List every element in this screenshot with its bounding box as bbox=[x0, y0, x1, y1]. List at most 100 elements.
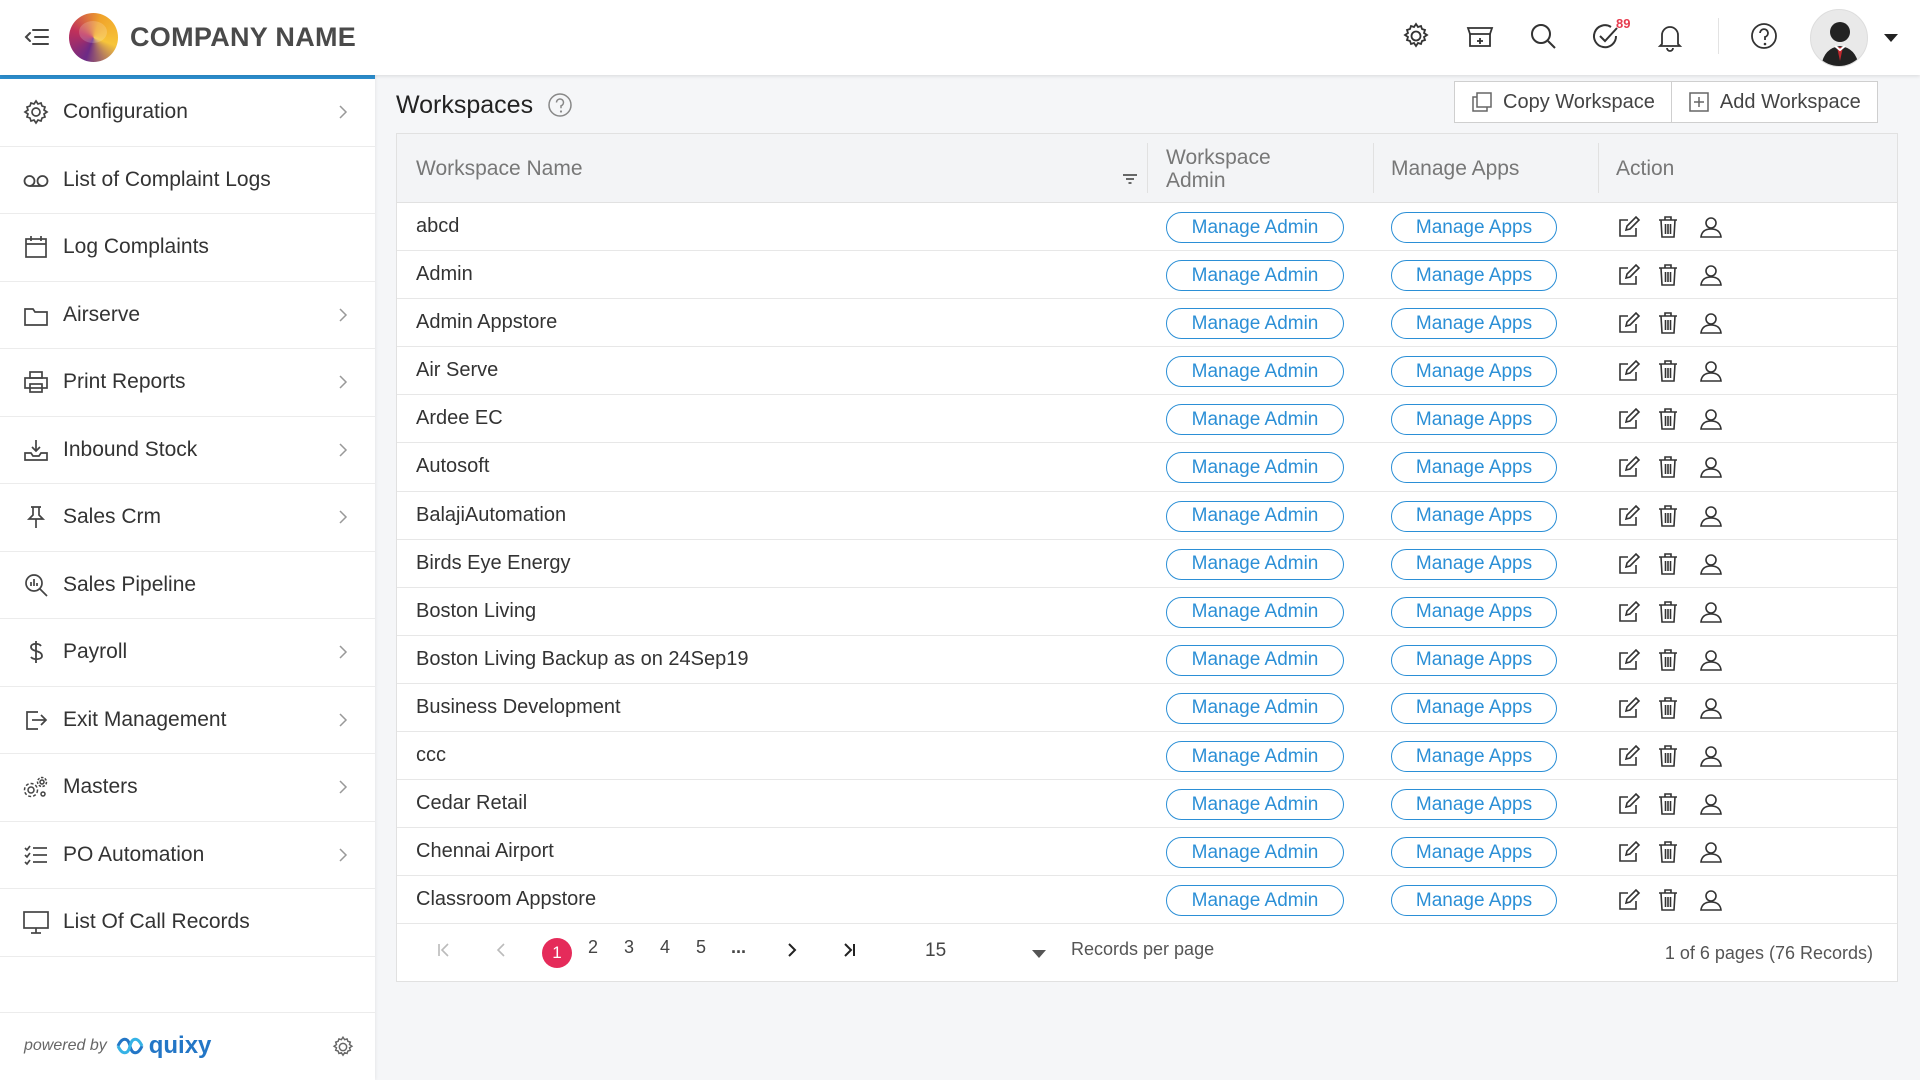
manage-apps-button[interactable]: Manage Apps bbox=[1391, 548, 1557, 580]
manage-apps-button[interactable]: Manage Apps bbox=[1391, 308, 1557, 340]
page-1-button[interactable]: 1 bbox=[542, 938, 572, 968]
sidebar-item-list-of-call-records[interactable]: List Of Call Records bbox=[0, 889, 375, 957]
edit-icon[interactable] bbox=[1616, 887, 1642, 913]
edit-icon[interactable] bbox=[1616, 406, 1642, 432]
manage-apps-button[interactable]: Manage Apps bbox=[1391, 500, 1557, 532]
edit-icon[interactable] bbox=[1616, 503, 1642, 529]
copy-workspace-button[interactable]: Copy Workspace bbox=[1455, 82, 1671, 122]
user-icon[interactable] bbox=[1698, 791, 1724, 817]
delete-icon[interactable] bbox=[1655, 214, 1681, 240]
manage-apps-button[interactable]: Manage Apps bbox=[1391, 260, 1557, 292]
manage-admin-button[interactable]: Manage Admin bbox=[1166, 596, 1344, 628]
previous-page-icon[interactable] bbox=[491, 940, 511, 960]
store-icon[interactable] bbox=[1464, 18, 1496, 54]
help-icon[interactable] bbox=[1748, 18, 1780, 54]
sidebar-item-sales-pipeline[interactable]: Sales Pipeline bbox=[0, 552, 375, 619]
manage-apps-button[interactable]: Manage Apps bbox=[1391, 692, 1557, 724]
sidebar-item-list-of-complaint-logs[interactable]: List of Complaint Logs bbox=[0, 147, 375, 214]
edit-icon[interactable] bbox=[1616, 791, 1642, 817]
filter-icon[interactable] bbox=[1122, 172, 1138, 186]
first-page-icon[interactable] bbox=[434, 940, 454, 960]
sidebar-item-log-complaints[interactable]: Log Complaints bbox=[0, 214, 375, 282]
per-page-dropdown-icon[interactable] bbox=[1032, 950, 1046, 958]
page-ellipsis-button[interactable]: ... bbox=[731, 937, 746, 958]
records-per-page-select[interactable]: 15 bbox=[925, 940, 946, 962]
edit-icon[interactable] bbox=[1616, 262, 1642, 288]
delete-icon[interactable] bbox=[1655, 743, 1681, 769]
edit-icon[interactable] bbox=[1616, 599, 1642, 625]
menu-collapse-icon[interactable] bbox=[22, 22, 52, 52]
user-icon[interactable] bbox=[1698, 406, 1724, 432]
settings-icon[interactable] bbox=[1400, 18, 1432, 54]
user-icon[interactable] bbox=[1698, 214, 1724, 240]
manage-apps-button[interactable]: Manage Apps bbox=[1391, 644, 1557, 676]
edit-icon[interactable] bbox=[1616, 454, 1642, 480]
page-2-button[interactable]: 2 bbox=[588, 937, 598, 958]
user-icon[interactable] bbox=[1698, 599, 1724, 625]
manage-admin-button[interactable]: Manage Admin bbox=[1166, 404, 1344, 436]
manage-admin-button[interactable]: Manage Admin bbox=[1166, 356, 1344, 388]
manage-apps-button[interactable]: Manage Apps bbox=[1391, 789, 1557, 821]
user-icon[interactable] bbox=[1698, 551, 1724, 577]
user-icon[interactable] bbox=[1698, 839, 1724, 865]
delete-icon[interactable] bbox=[1655, 599, 1681, 625]
delete-icon[interactable] bbox=[1655, 310, 1681, 336]
user-icon[interactable] bbox=[1698, 887, 1724, 913]
edit-icon[interactable] bbox=[1616, 695, 1642, 721]
manage-admin-button[interactable]: Manage Admin bbox=[1166, 260, 1344, 292]
last-page-icon[interactable] bbox=[839, 940, 859, 960]
sidebar-item-payroll[interactable]: Payroll bbox=[0, 619, 375, 687]
sidebar-item-print-reports[interactable]: Print Reports bbox=[0, 349, 375, 417]
manage-apps-button[interactable]: Manage Apps bbox=[1391, 741, 1557, 773]
user-menu-caret-icon[interactable] bbox=[1884, 34, 1898, 42]
sidebar-item-exit-management[interactable]: Exit Management bbox=[0, 687, 375, 754]
manage-apps-button[interactable]: Manage Apps bbox=[1391, 837, 1557, 869]
edit-icon[interactable] bbox=[1616, 839, 1642, 865]
delete-icon[interactable] bbox=[1655, 262, 1681, 288]
delete-icon[interactable] bbox=[1655, 551, 1681, 577]
manage-admin-button[interactable]: Manage Admin bbox=[1166, 692, 1344, 724]
edit-icon[interactable] bbox=[1616, 551, 1642, 577]
delete-icon[interactable] bbox=[1655, 887, 1681, 913]
edit-icon[interactable] bbox=[1616, 310, 1642, 336]
sidebar-item-sales-crm[interactable]: Sales Crm bbox=[0, 484, 375, 552]
manage-admin-button[interactable]: Manage Admin bbox=[1166, 308, 1344, 340]
user-icon[interactable] bbox=[1698, 454, 1724, 480]
user-icon[interactable] bbox=[1698, 743, 1724, 769]
page-3-button[interactable]: 3 bbox=[624, 937, 634, 958]
manage-apps-button[interactable]: Manage Apps bbox=[1391, 356, 1557, 388]
page-help-icon[interactable] bbox=[547, 92, 573, 118]
column-header-action[interactable]: Action bbox=[1616, 134, 1674, 203]
user-icon[interactable] bbox=[1698, 503, 1724, 529]
sidebar-item-airserve[interactable]: Airserve bbox=[0, 282, 375, 349]
manage-admin-button[interactable]: Manage Admin bbox=[1166, 500, 1344, 532]
sidebar-item-inbound-stock[interactable]: Inbound Stock bbox=[0, 417, 375, 484]
page-5-button[interactable]: 5 bbox=[696, 937, 706, 958]
user-icon[interactable] bbox=[1698, 310, 1724, 336]
page-4-button[interactable]: 4 bbox=[660, 937, 670, 958]
add-workspace-button[interactable]: Add Workspace bbox=[1670, 82, 1877, 122]
bell-icon[interactable] bbox=[1654, 18, 1686, 54]
user-icon[interactable] bbox=[1698, 262, 1724, 288]
manage-admin-button[interactable]: Manage Admin bbox=[1166, 212, 1344, 243]
manage-admin-button[interactable]: Manage Admin bbox=[1166, 644, 1344, 676]
edit-icon[interactable] bbox=[1616, 743, 1642, 769]
column-header-workspace-admin[interactable]: Workspace Admin bbox=[1166, 134, 1326, 203]
manage-apps-button[interactable]: Manage Apps bbox=[1391, 404, 1557, 436]
user-icon[interactable] bbox=[1698, 647, 1724, 673]
manage-admin-button[interactable]: Manage Admin bbox=[1166, 885, 1344, 917]
sidebar-settings-icon[interactable] bbox=[330, 1034, 356, 1060]
manage-apps-button[interactable]: Manage Apps bbox=[1391, 885, 1557, 917]
manage-apps-button[interactable]: Manage Apps bbox=[1391, 596, 1557, 628]
edit-icon[interactable] bbox=[1616, 358, 1642, 384]
column-header-manage-apps[interactable]: Manage Apps bbox=[1391, 134, 1519, 203]
sidebar-item-configuration[interactable]: Configuration bbox=[0, 79, 375, 147]
search-icon[interactable] bbox=[1527, 18, 1559, 54]
manage-apps-button[interactable]: Manage Apps bbox=[1391, 452, 1557, 484]
manage-admin-button[interactable]: Manage Admin bbox=[1166, 741, 1344, 773]
delete-icon[interactable] bbox=[1655, 454, 1681, 480]
delete-icon[interactable] bbox=[1655, 406, 1681, 432]
edit-icon[interactable] bbox=[1616, 647, 1642, 673]
delete-icon[interactable] bbox=[1655, 647, 1681, 673]
user-icon[interactable] bbox=[1698, 358, 1724, 384]
